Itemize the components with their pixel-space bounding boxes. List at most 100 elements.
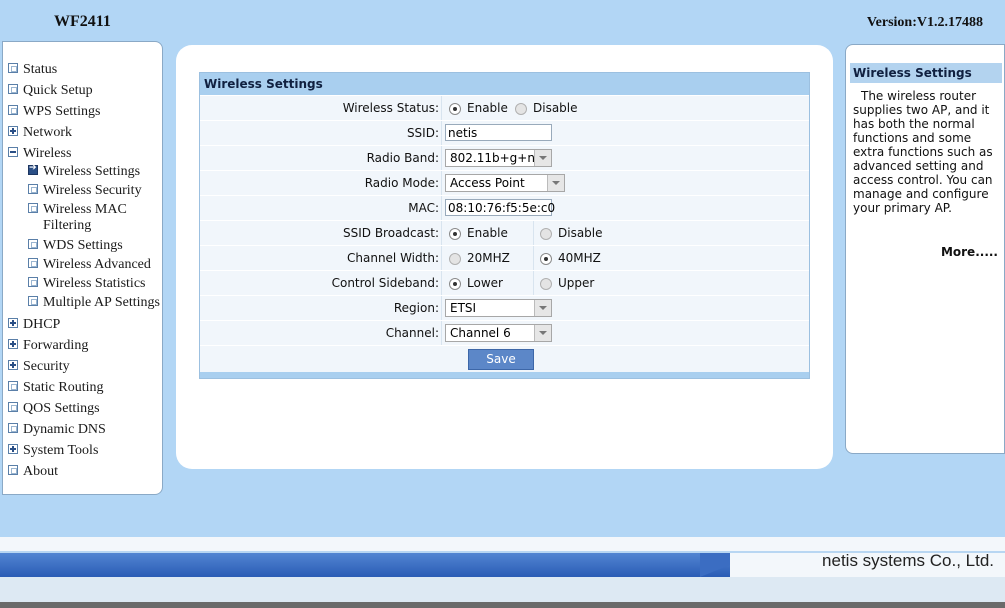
page-icon (28, 296, 38, 306)
sidebar-menu: Status Quick Setup WPS Settings Network … (2, 41, 163, 495)
menu-item-wireless-mac-filtering[interactable]: Wireless MAC Filtering (28, 202, 127, 234)
plus-icon (8, 360, 18, 370)
more-link[interactable]: More..... (941, 245, 998, 259)
mac-label: MAC: (200, 196, 442, 220)
page-icon (8, 105, 18, 115)
page-icon (28, 277, 38, 287)
arrow-icon (28, 163, 38, 175)
region-label: Region: (200, 296, 442, 320)
chevron-down-icon (547, 175, 564, 191)
radio-selected-icon (540, 252, 552, 265)
divider (533, 246, 534, 270)
wireless-status-disable[interactable]: Disable (515, 96, 578, 120)
taskbar (0, 602, 1005, 608)
menu-item-wireless-statistics[interactable]: Wireless Statistics (28, 276, 145, 292)
channel-select[interactable]: Channel 6 (445, 324, 552, 342)
ssid-input[interactable]: netis (445, 124, 552, 141)
save-button[interactable]: Save (468, 349, 534, 370)
menu-item-about[interactable]: About (8, 464, 58, 480)
minus-icon (8, 147, 18, 157)
radio-mode-select[interactable]: Access Point (445, 174, 565, 192)
menu-item-network[interactable]: Network (8, 125, 72, 141)
radio-unselected-icon (540, 277, 552, 290)
menu-item-wireless-advanced[interactable]: Wireless Advanced (28, 257, 151, 273)
page-icon (8, 381, 18, 391)
menu-item-system-tools[interactable]: System Tools (8, 443, 98, 459)
footer-bar (0, 553, 780, 577)
row-channel: Channel: Channel 6 (200, 320, 809, 345)
row-ssid: SSID: netis (200, 120, 809, 145)
chevron-down-icon (534, 300, 551, 316)
menu-item-status[interactable]: Status (8, 62, 57, 78)
page-icon (28, 184, 38, 194)
menu-item-qos-settings[interactable]: QOS Settings (8, 401, 100, 417)
menu-item-wps-settings[interactable]: WPS Settings (8, 104, 100, 120)
form-title: Wireless Settings (200, 73, 809, 95)
ssid-broadcast-enable[interactable]: Enable (449, 221, 508, 245)
menu-item-static-routing[interactable]: Static Routing (8, 380, 104, 396)
row-region: Region: ETSI (200, 295, 809, 320)
menu-item-quick-setup[interactable]: Quick Setup (8, 83, 93, 99)
menu-item-wireless-settings[interactable]: Wireless Settings (28, 163, 140, 180)
page-icon (8, 402, 18, 412)
menu-item-security[interactable]: Security (8, 359, 70, 375)
mac-input[interactable]: 08:10:76:f5:5e:c0 (445, 199, 555, 216)
radio-band-label: Radio Band: (200, 146, 442, 170)
channel-width-40mhz[interactable]: 40MHZ (540, 246, 601, 270)
menu-item-forwarding[interactable]: Forwarding (8, 338, 88, 354)
control-sideband-upper[interactable]: Upper (540, 271, 594, 295)
header: WF2411 Version:V1.2.17488 (0, 0, 1005, 44)
row-mac: MAC: 08:10:76:f5:5e:c0 (200, 195, 809, 220)
footer-divider (0, 537, 1005, 551)
plus-icon (8, 339, 18, 349)
menu-item-dynamic-dns[interactable]: Dynamic DNS (8, 422, 106, 438)
row-radio-band: Radio Band: 802.11b+g+n (200, 145, 809, 170)
radio-selected-icon (449, 277, 461, 290)
row-channel-width: Channel Width: 20MHZ 40MHZ (200, 245, 809, 270)
plus-icon (8, 444, 18, 454)
help-text: The wireless router supplies two AP, and… (853, 89, 993, 215)
plus-icon (8, 126, 18, 136)
page-icon (8, 84, 18, 94)
help-panel: Wireless Settings The wireless router su… (845, 44, 1005, 454)
page-icon (8, 465, 18, 475)
menu-item-multiple-ap-settings[interactable]: Multiple AP Settings (28, 295, 160, 311)
model-name: WF2411 (54, 13, 111, 30)
row-ssid-broadcast: SSID Broadcast: Enable Disable (200, 220, 809, 245)
radio-selected-icon (449, 227, 461, 240)
radio-selected-icon (449, 102, 461, 115)
content-panel: Wireless Settings Wireless Status: Enabl… (176, 45, 833, 469)
page-icon (8, 423, 18, 433)
firmware-version: Version:V1.2.17488 (866, 15, 983, 30)
page-icon (28, 203, 38, 213)
page-icon (28, 239, 38, 249)
channel-width-20mhz[interactable]: 20MHZ (449, 246, 510, 270)
ssid-broadcast-label: SSID Broadcast: (200, 221, 442, 245)
ssid-broadcast-disable[interactable]: Disable (540, 221, 603, 245)
help-title: Wireless Settings (850, 63, 1002, 83)
plus-icon (8, 318, 18, 328)
chevron-down-icon (534, 150, 551, 166)
wireless-status-enable[interactable]: Enable (449, 96, 508, 120)
chevron-down-icon (534, 325, 551, 341)
radio-unselected-icon (515, 102, 527, 115)
radio-band-select[interactable]: 802.11b+g+n (445, 149, 552, 167)
wireless-settings-form: Wireless Settings Wireless Status: Enabl… (199, 72, 810, 379)
menu-item-wireless-security[interactable]: Wireless Security (28, 183, 142, 199)
row-radio-mode: Radio Mode: Access Point (200, 170, 809, 195)
form-bottom-bar (200, 372, 809, 378)
region-select[interactable]: ETSI (445, 299, 552, 317)
divider (533, 221, 534, 245)
row-control-sideband: Control Sideband: Lower Upper (200, 270, 809, 295)
row-save: Save (200, 345, 809, 372)
divider (533, 271, 534, 295)
wireless-status-label: Wireless Status: (200, 96, 442, 120)
menu-item-wds-settings[interactable]: WDS Settings (28, 238, 123, 254)
menu-item-dhcp[interactable]: DHCP (8, 317, 60, 333)
control-sideband-label: Control Sideband: (200, 271, 442, 295)
channel-label: Channel: (200, 321, 442, 345)
channel-width-label: Channel Width: (200, 246, 442, 270)
menu-item-wireless[interactable]: Wireless (8, 146, 71, 162)
control-sideband-lower[interactable]: Lower (449, 271, 503, 295)
radio-mode-label: Radio Mode: (200, 171, 442, 195)
